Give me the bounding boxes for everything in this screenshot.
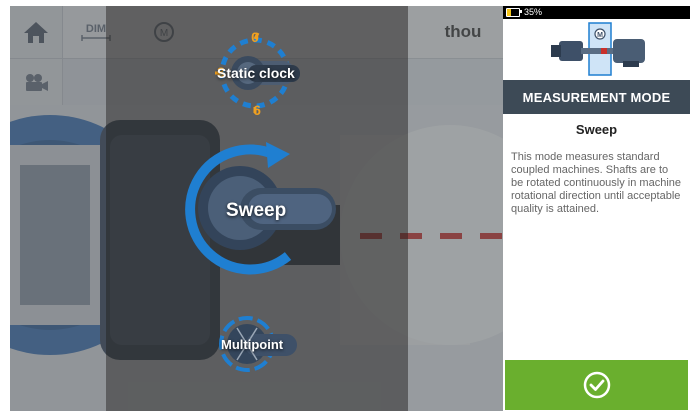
selected-mode-title: Sweep [575, 122, 618, 137]
coupled-machine-diagram-icon: M [503, 19, 690, 80]
sweep-label: Sweep [226, 200, 287, 221]
static-clock-mode-option[interactable]: 0 3 6 Static clock [200, 25, 310, 120]
battery-icon [506, 8, 520, 17]
mode-description: This mode measures standard coupled mach… [511, 151, 681, 215]
battery-tip [520, 10, 522, 13]
multipoint-label: Multipoint [221, 337, 284, 352]
status-bar: 35% [503, 6, 690, 19]
clock-label-0: 0 [251, 29, 259, 45]
static-clock-label: Static clock [217, 65, 295, 81]
clock-label-6: 6 [253, 102, 261, 118]
svg-text:M: M [597, 32, 603, 39]
panel-header: MEASUREMENT MODE [503, 80, 690, 114]
measurement-mode-panel: 35% M MEASUREMENT MODE Sweep This mode m… [503, 0, 690, 411]
sweep-mode-option[interactable]: Sweep [178, 136, 338, 276]
battery-percentage: 35% [524, 7, 543, 17]
overlay-right-strip [408, 6, 503, 411]
multipoint-mode-option[interactable]: Multipoint [215, 308, 300, 380]
confirm-button[interactable] [505, 360, 688, 410]
overlay-left-strip [10, 6, 106, 411]
check-circle-icon [583, 371, 610, 399]
